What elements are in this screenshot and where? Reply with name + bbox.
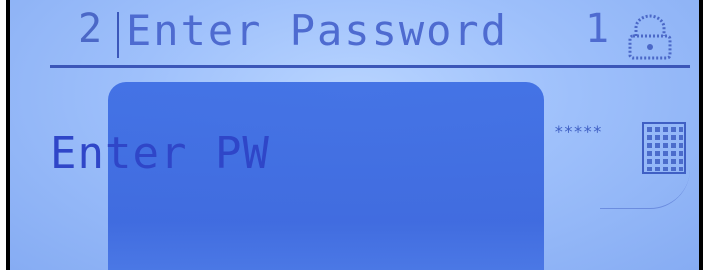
page-title: Enter Password	[126, 6, 509, 55]
lcd-screen: 2 Enter Password 1 Enter PW *****	[6, 0, 703, 270]
user-level: 1	[585, 6, 612, 52]
header-divider	[50, 65, 690, 68]
keypad-icon	[642, 122, 686, 174]
screen-number: 2	[78, 6, 105, 52]
password-mask[interactable]: *****	[554, 122, 602, 141]
password-prompt: Enter PW	[50, 128, 270, 179]
lock-icon	[628, 14, 672, 60]
screen-glare	[600, 168, 690, 209]
title-divider	[117, 12, 119, 58]
